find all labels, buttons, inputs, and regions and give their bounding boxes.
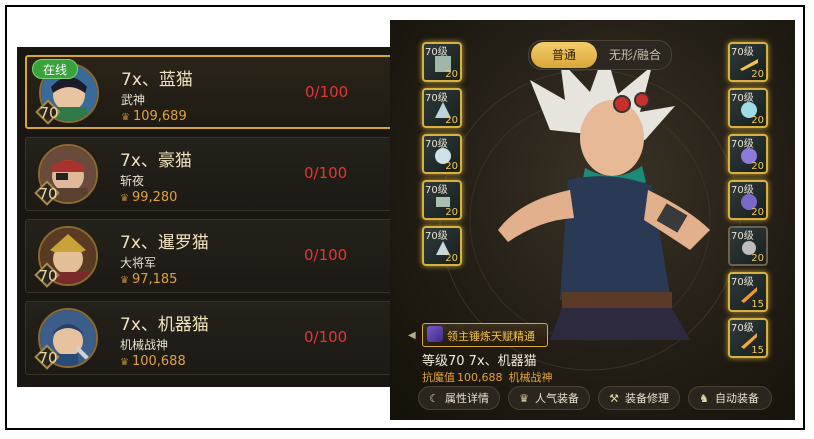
equip-slot[interactable]: 70级 20 bbox=[728, 226, 768, 266]
character-class: 大将军 bbox=[120, 256, 157, 270]
character-resist: 抗魔值 100,688 机械战神 bbox=[422, 371, 553, 384]
level-badge: 70 bbox=[34, 344, 62, 372]
character-power: ♛ 109,689 bbox=[121, 109, 187, 124]
equip-slot[interactable]: 70级 20 bbox=[422, 180, 462, 220]
character-name: 7x、暹罗猫 bbox=[120, 233, 209, 253]
left-arrow-icon[interactable]: ◀ bbox=[408, 330, 416, 341]
character-row[interactable]: 70 7x、机器猫 机械战神 ♛ 100,688 0/100 bbox=[25, 301, 395, 375]
power-icon: ♛ bbox=[120, 275, 129, 286]
auto-equip-button[interactable]: ♞ 自动装备 bbox=[688, 386, 772, 410]
character-class: 武神 bbox=[121, 93, 146, 107]
progress-count: 0/100 bbox=[304, 246, 348, 264]
character-power: ♛ 97,185 bbox=[120, 272, 178, 287]
equip-slot[interactable]: 70级 20 bbox=[422, 134, 462, 174]
crown-icon: ♛ bbox=[519, 392, 529, 405]
equip-slot[interactable]: 70级 20 bbox=[728, 88, 768, 128]
power-icon: ♛ bbox=[120, 357, 129, 368]
popular-gear-button[interactable]: ♛ 人气装备 bbox=[508, 386, 590, 410]
anvil-icon: ⚒ bbox=[609, 392, 619, 405]
character-level-name: 等级70 7x、机器猫 bbox=[422, 354, 537, 369]
character-list: 在线 70 7x、蓝猫 武神 ♛ 109,689 0/100 70 7x、豪猫 斩… bbox=[17, 47, 397, 387]
level-badge: 70 bbox=[35, 99, 63, 127]
equip-slot[interactable]: 70级 20 bbox=[422, 88, 462, 128]
equip-slot[interactable]: 70级 15 bbox=[728, 318, 768, 358]
equip-slot[interactable]: 70级 15 bbox=[728, 272, 768, 312]
equip-slot[interactable]: 70级 20 bbox=[728, 180, 768, 220]
talent-banner[interactable]: 领主锤炼天赋精通 bbox=[422, 323, 548, 347]
mode-toggle: 普通 无形/融合 bbox=[528, 40, 672, 70]
character-detail-panel: 普通 无形/融合 70级 20 70级 20 70级 20 70级 20 70级… bbox=[390, 20, 795, 420]
online-badge: 在线 bbox=[32, 59, 78, 79]
character-name: 7x、蓝猫 bbox=[121, 70, 193, 90]
attributes-button[interactable]: ☾ 属性详情 bbox=[418, 386, 500, 410]
equip-slot[interactable]: 70级 20 bbox=[728, 42, 768, 82]
level-badge: 70 bbox=[34, 180, 62, 208]
character-power: ♛ 99,280 bbox=[120, 190, 178, 205]
progress-count: 0/100 bbox=[304, 328, 348, 346]
progress-count: 0/100 bbox=[305, 83, 349, 101]
character-name: 7x、豪猫 bbox=[120, 151, 192, 171]
level-badge: 70 bbox=[34, 262, 62, 290]
tab-normal[interactable]: 普通 bbox=[531, 42, 597, 68]
power-icon: ♛ bbox=[120, 193, 129, 204]
auto-equip-icon: ♞ bbox=[699, 392, 709, 405]
talent-icon bbox=[427, 326, 443, 342]
character-row[interactable]: 在线 70 7x、蓝猫 武神 ♛ 109,689 0/100 bbox=[25, 55, 395, 129]
character-row[interactable]: 70 7x、暹罗猫 大将军 ♛ 97,185 0/100 bbox=[25, 219, 395, 293]
character-name: 7x、机器猫 bbox=[120, 315, 209, 335]
equip-slot[interactable]: 70级 20 bbox=[422, 226, 462, 266]
progress-count: 0/100 bbox=[304, 164, 348, 182]
character-row[interactable]: 70 7x、豪猫 斩夜 ♛ 99,280 0/100 bbox=[25, 137, 395, 211]
tab-fusion[interactable]: 无形/融合 bbox=[599, 41, 671, 69]
character-class: 斩夜 bbox=[120, 174, 145, 188]
equip-slot[interactable]: 70级 20 bbox=[728, 134, 768, 174]
character-class: 机械战神 bbox=[120, 338, 169, 352]
equip-slot[interactable]: 70级 20 bbox=[422, 42, 462, 82]
character-power: ♛ 100,688 bbox=[120, 354, 186, 369]
attributes-icon: ☾ bbox=[429, 392, 439, 405]
power-icon: ♛ bbox=[121, 112, 130, 123]
repair-button[interactable]: ⚒ 装备修理 bbox=[598, 386, 680, 410]
